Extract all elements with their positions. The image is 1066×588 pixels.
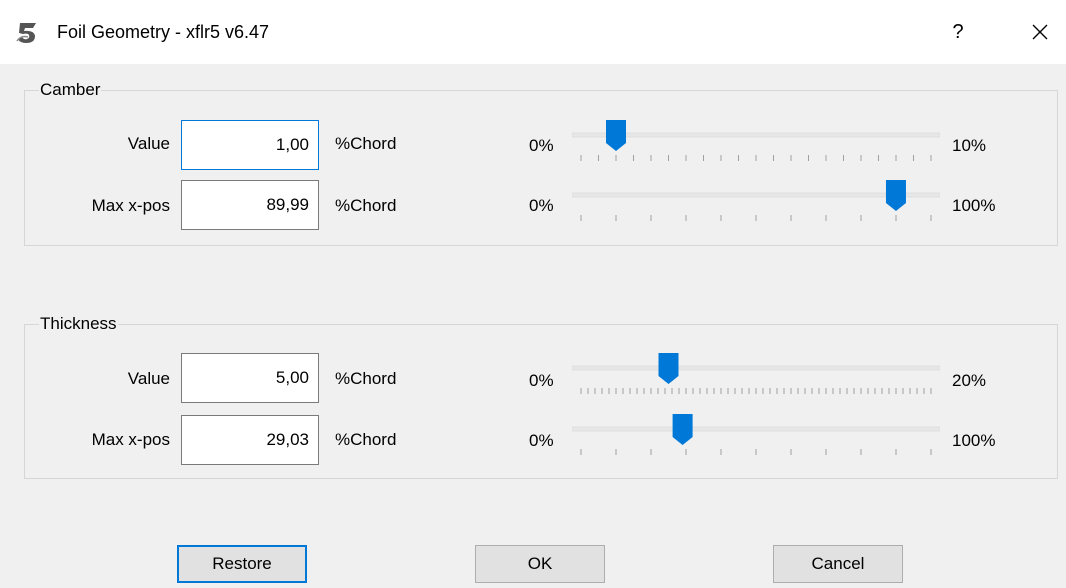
camber-max-x-pos-label: Max x-pos bbox=[91, 196, 170, 215]
thickness-value-slider[interactable] bbox=[572, 352, 940, 398]
window-title: Foil Geometry - xflr5 v6.47 bbox=[57, 22, 270, 42]
thickness-value-max-label: 20% bbox=[952, 371, 987, 390]
slider-thumb[interactable] bbox=[672, 414, 693, 445]
title-bar: Foil Geometry - xflr5 v6.47 ? bbox=[0, 0, 1066, 64]
camber-max-x-pos-min-label: 0% bbox=[529, 196, 554, 215]
camber-max-x-pos-input[interactable] bbox=[181, 180, 319, 230]
slider-track bbox=[572, 365, 940, 371]
thickness-value-input[interactable] bbox=[181, 353, 319, 403]
camber-value-label: Value bbox=[127, 134, 170, 153]
slider-track bbox=[572, 426, 940, 432]
thickness-max-x-pos-label: Max x-pos bbox=[91, 430, 170, 449]
slider-thumb[interactable] bbox=[606, 120, 626, 151]
slider-track bbox=[572, 132, 940, 138]
xflr5-logo-icon bbox=[16, 21, 42, 45]
camber-value-slider[interactable] bbox=[572, 119, 940, 165]
camber-value-unit: %Chord bbox=[335, 134, 397, 153]
camber-value-input[interactable] bbox=[181, 120, 319, 170]
slider-thumb[interactable] bbox=[885, 180, 906, 211]
close-icon bbox=[1032, 24, 1048, 40]
camber-max-x-pos-slider[interactable] bbox=[572, 179, 940, 225]
ok-button[interactable]: OK bbox=[475, 545, 605, 583]
slider-thumb[interactable] bbox=[658, 353, 679, 384]
camber-value-max-label: 10% bbox=[952, 136, 987, 155]
thickness-max-x-pos-max-label: 100% bbox=[952, 431, 996, 450]
help-icon: ? bbox=[952, 21, 964, 43]
slider-track bbox=[572, 192, 940, 198]
help-button[interactable]: ? bbox=[940, 14, 976, 50]
camber-group-title: Camber bbox=[39, 79, 102, 101]
thickness-max-x-pos-unit: %Chord bbox=[335, 430, 397, 449]
camber-max-x-pos-unit: %Chord bbox=[335, 196, 397, 215]
thickness-max-x-pos-slider[interactable] bbox=[572, 413, 940, 459]
thickness-value-min-label: 0% bbox=[529, 371, 554, 390]
camber-max-x-pos-max-label: 100% bbox=[952, 196, 996, 215]
thickness-value-label: Value bbox=[127, 369, 170, 388]
thickness-max-x-pos-min-label: 0% bbox=[529, 431, 554, 450]
thickness-group-title: Thickness bbox=[39, 313, 118, 335]
close-button[interactable] bbox=[1022, 14, 1058, 50]
foil-geometry-dialog: Foil Geometry - xflr5 v6.47 ? Camber Val… bbox=[0, 0, 1066, 588]
thickness-value-unit: %Chord bbox=[335, 369, 397, 388]
thickness-max-x-pos-input[interactable] bbox=[181, 415, 319, 465]
cancel-button[interactable]: Cancel bbox=[773, 545, 903, 583]
restore-button[interactable]: Restore bbox=[177, 545, 307, 583]
camber-value-min-label: 0% bbox=[529, 136, 554, 155]
